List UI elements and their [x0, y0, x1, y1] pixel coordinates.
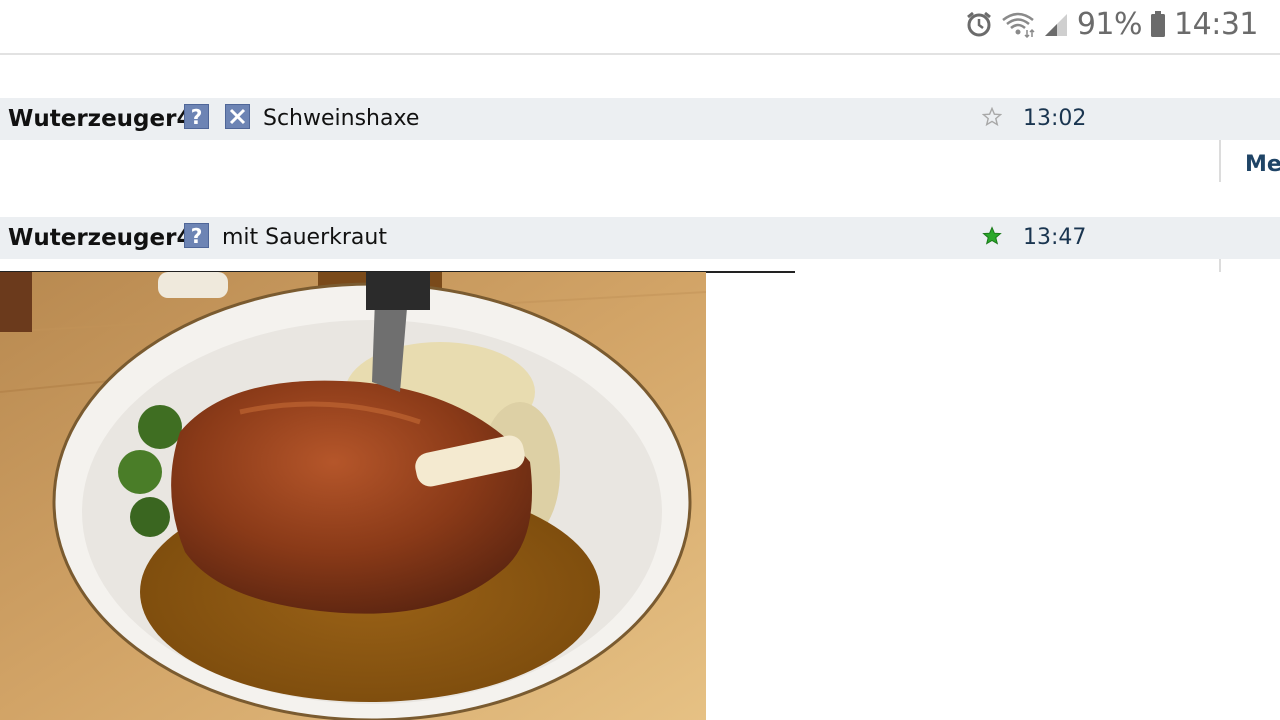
star-filled-icon[interactable]: [982, 226, 1002, 246]
message-text: mit Sauerkraut: [222, 225, 387, 250]
help-icon[interactable]: ?: [184, 104, 209, 129]
message-time: 13:02: [1023, 106, 1087, 131]
help-icon[interactable]: ?: [184, 223, 209, 248]
status-bar-right: 91% 14:31: [965, 6, 1258, 42]
divider: [1219, 259, 1221, 272]
side-link[interactable]: Mel: [1245, 152, 1280, 177]
status-bar: 91% 14:31: [0, 0, 1280, 55]
chat-message: Wuterzeuger4.: ? Schweinshaxe 13:02: [0, 98, 1280, 140]
wifi-icon: [1001, 10, 1035, 38]
close-box-icon[interactable]: [225, 104, 250, 129]
message-username[interactable]: Wuterzeuger4.:: [8, 225, 210, 251]
battery-icon: [1150, 10, 1166, 38]
star-outline-icon[interactable]: [981, 106, 1003, 127]
message-time: 13:47: [1023, 225, 1087, 250]
battery-percent: 91%: [1076, 6, 1143, 42]
message-image[interactable]: [0, 272, 706, 720]
divider: [1219, 140, 1221, 182]
signal-icon: [1043, 10, 1069, 38]
message-username[interactable]: Wuterzeuger4.:: [8, 106, 210, 132]
clock: 14:31: [1174, 6, 1258, 42]
alarm-icon: [965, 10, 993, 38]
chat-message: Wuterzeuger4.: ? mit Sauerkraut 13:47: [0, 217, 1280, 259]
message-text: Schweinshaxe: [263, 106, 420, 131]
